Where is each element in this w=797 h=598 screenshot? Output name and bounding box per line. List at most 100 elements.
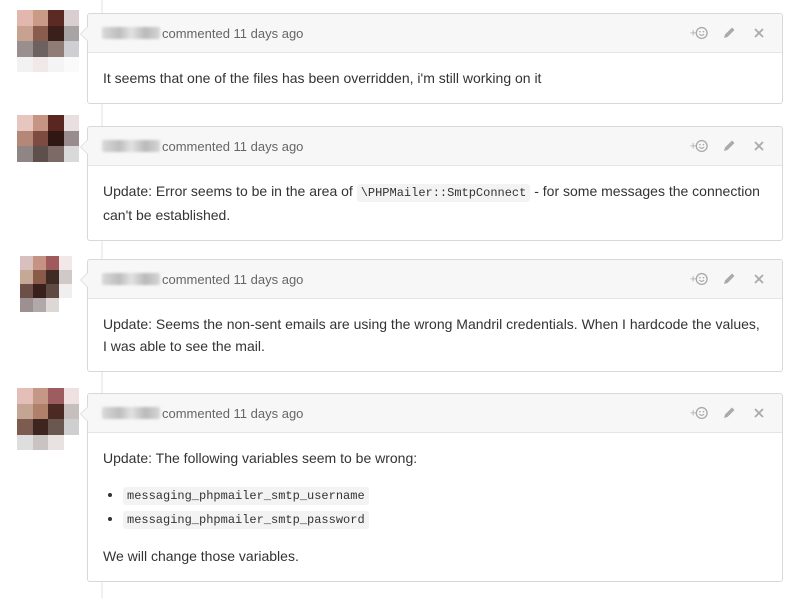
avatar-pixel [63, 403, 79, 419]
avatar-pixel [17, 434, 33, 450]
add-reaction-icon[interactable]: + [690, 270, 708, 288]
comment-actions: + [690, 404, 768, 422]
avatar-pixel [32, 403, 48, 419]
avatar-pixel [20, 298, 33, 312]
avatar-pixel [48, 130, 64, 146]
avatar-pixel [63, 434, 79, 450]
avatar-pixel [17, 41, 33, 57]
comment-timestamp[interactable]: commented 11 days ago [162, 406, 303, 421]
avatar-pixel [63, 10, 79, 26]
avatar-pixel [33, 256, 46, 270]
avatar-pixel [32, 419, 48, 435]
avatar-pixel [48, 388, 64, 404]
variable-list: messaging_phpmailer_smtp_username messag… [103, 483, 767, 531]
avatar-pixel [17, 146, 33, 162]
avatar-pixel [63, 161, 79, 177]
avatar-pixel [32, 41, 48, 57]
avatar-pixel [32, 56, 48, 72]
avatar-pixel [48, 56, 64, 72]
avatar-pixel [17, 161, 33, 177]
svg-text:+: + [690, 28, 696, 40]
comment-text: Update: Error seems to be in the area of… [103, 180, 767, 226]
avatar-pixel [17, 388, 33, 404]
avatar-pixel [32, 115, 48, 131]
avatar-pixel [17, 419, 33, 435]
author-name-blurred[interactable] [102, 27, 160, 39]
comment-box: commented 11 days ago + Update: The foll… [80, 393, 783, 582]
author-name-blurred[interactable] [102, 407, 160, 419]
add-reaction-icon[interactable]: + [690, 137, 708, 155]
comment-header: commented 11 days ago + [88, 394, 782, 433]
svg-text:+: + [690, 408, 696, 420]
comment-timestamp[interactable]: commented 11 days ago [162, 139, 303, 154]
avatar[interactable] [20, 256, 72, 312]
avatar[interactable] [17, 388, 79, 450]
svg-text:+: + [690, 141, 696, 153]
avatar-pixel [32, 130, 48, 146]
avatar-pixel [32, 25, 48, 41]
author-name-blurred[interactable] [102, 140, 160, 152]
avatar-pixel [32, 161, 48, 177]
comment-text-intro: Update: The following variables seem to … [103, 450, 418, 466]
pencil-icon[interactable] [720, 404, 738, 422]
close-icon[interactable] [750, 404, 768, 422]
avatar-pixel [32, 388, 48, 404]
comment-actions: + [690, 270, 768, 288]
comment-text: Update: Seems the non-sent emails are us… [103, 316, 760, 354]
avatar-pixel [20, 270, 33, 284]
avatar[interactable] [17, 10, 79, 72]
avatar-pixel [48, 146, 64, 162]
avatar-pixel [17, 10, 33, 26]
avatar-pixel [48, 41, 64, 57]
pencil-icon[interactable] [720, 270, 738, 288]
comment-header: commented 11 days ago + [88, 14, 782, 53]
close-icon[interactable] [750, 137, 768, 155]
inline-code: \PHPMailer::SmtpConnect [356, 184, 531, 202]
comment-text-outro: We will change those variables. [103, 548, 299, 564]
comment-box: commented 11 days ago + Update: Seems th… [80, 259, 783, 372]
pencil-icon[interactable] [720, 24, 738, 42]
comment-body: It seems that one of the files has been … [88, 53, 782, 103]
avatar-pixel [46, 256, 59, 270]
avatar-pixel [63, 419, 79, 435]
avatar-pixel [48, 115, 64, 131]
close-icon[interactable] [750, 270, 768, 288]
avatar-pixel [33, 284, 46, 298]
comment-text: It seems that one of the files has been … [103, 70, 542, 86]
avatar-pixel [59, 256, 72, 270]
avatar-pixel [63, 115, 79, 131]
comment-timestamp[interactable]: commented 11 days ago [162, 272, 303, 287]
avatar-pixel [59, 270, 72, 284]
avatar[interactable] [17, 115, 79, 177]
avatar-pixel [48, 161, 64, 177]
comment-actions: + [690, 137, 768, 155]
comment-box: commented 11 days ago + Update: Error se… [80, 126, 783, 241]
avatar-pixel [48, 403, 64, 419]
svg-text:+: + [690, 274, 696, 286]
avatar-pixel [17, 403, 33, 419]
avatar-pixel [48, 419, 64, 435]
avatar-pixel [63, 388, 79, 404]
add-reaction-icon[interactable]: + [690, 24, 708, 42]
comment-timestamp[interactable]: commented 11 days ago [162, 26, 303, 41]
pencil-icon[interactable] [720, 137, 738, 155]
add-reaction-icon[interactable]: + [690, 404, 708, 422]
comment-header: commented 11 days ago + [88, 260, 782, 299]
avatar-pixel [33, 270, 46, 284]
avatar-pixel [63, 41, 79, 57]
comment-text-before: Update: Error seems to be in the area of [103, 183, 357, 199]
avatar-pixel [46, 270, 59, 284]
inline-code: messaging_phpmailer_smtp_password [123, 511, 369, 529]
list-item: messaging_phpmailer_smtp_password [123, 507, 767, 531]
avatar-pixel [48, 10, 64, 26]
avatar-pixel [63, 25, 79, 41]
avatar-pixel [32, 146, 48, 162]
comment-body: Update: The following variables seem to … [88, 433, 782, 581]
comment-header: commented 11 days ago + [88, 127, 782, 166]
author-name-blurred[interactable] [102, 273, 160, 285]
avatar-pixel [17, 115, 33, 131]
avatar-pixel [17, 56, 33, 72]
close-icon[interactable] [750, 24, 768, 42]
comment-box: commented 11 days ago + It seems that on… [80, 13, 783, 104]
comment-body: Update: Error seems to be in the area of… [88, 166, 782, 240]
